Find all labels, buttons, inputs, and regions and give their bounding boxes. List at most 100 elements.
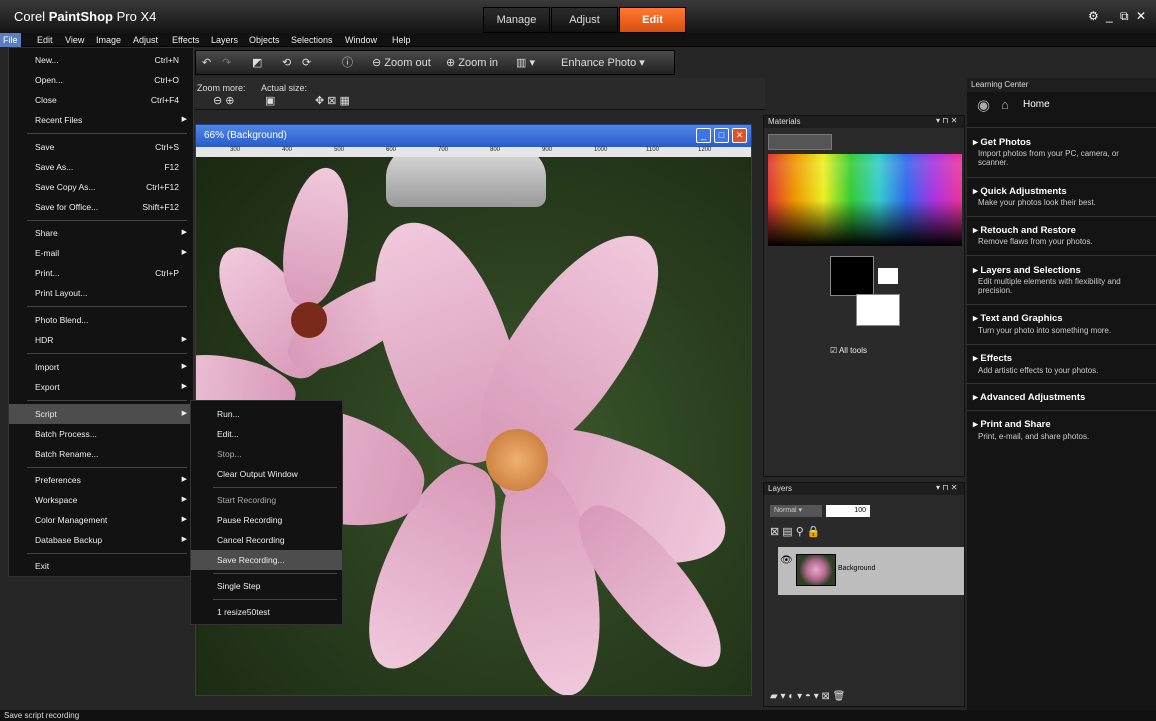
eye-icon[interactable]: 👁 <box>780 555 793 566</box>
menu-item-save[interactable]: Save Ctrl+S <box>9 137 193 157</box>
tab-edit[interactable]: Edit <box>619 7 686 33</box>
lc-get-photos[interactable]: ▸ Get Photos <box>973 137 1031 148</box>
divider <box>967 127 1156 128</box>
menu-item-script[interactable]: Script ▶ <box>9 404 193 424</box>
all-tools-checkbox[interactable]: ☑ All tools <box>830 346 867 355</box>
menu-image[interactable]: Image <box>93 33 124 47</box>
lc-effects[interactable]: ▸ Effects <box>973 353 1012 364</box>
script-start-recording[interactable]: Start Recording <box>191 490 342 510</box>
menu-item-save-for-office[interactable]: Save for Office... Shift+F12 <box>9 197 193 217</box>
panel-controls-icon[interactable]: ▾ ⊓ ✕ <box>936 483 957 492</box>
menu-help[interactable]: Help <box>389 33 414 47</box>
submenu-arrow-icon: ▶ <box>181 249 187 256</box>
foreground-swatch[interactable] <box>830 256 874 296</box>
script-run[interactable]: Run... <box>191 404 342 424</box>
menu-item-new[interactable]: New... Ctrl+N <box>9 50 193 70</box>
script-pause-recording[interactable]: Pause Recording <box>191 510 342 530</box>
menu-selections[interactable]: Selections <box>288 33 336 47</box>
close-button[interactable]: ✕ <box>732 128 747 143</box>
layout-icon[interactable]: ▥ ▾ <box>516 54 535 72</box>
menu-item-print[interactable]: Print... Ctrl+P <box>9 263 193 283</box>
menu-item-close[interactable]: Close Ctrl+F4 <box>9 90 193 110</box>
info-icon[interactable]: ⓘ <box>342 54 353 72</box>
menu-item-workspace[interactable]: Workspace ▶ <box>9 490 193 510</box>
menu-item-save-as[interactable]: Save As... F12 <box>9 157 193 177</box>
script-cancel-recording[interactable]: Cancel Recording <box>191 530 342 550</box>
color-spectrum[interactable] <box>768 154 962 246</box>
lc-quick-adjustments[interactable]: ▸ Quick Adjustments <box>973 186 1067 197</box>
blend-mode-select[interactable]: Normal ▾ <box>770 505 822 517</box>
crop-icon[interactable]: ◩ <box>252 54 262 72</box>
fit-icons[interactable]: ✥ ⊠ ▦ <box>315 92 350 110</box>
materials-tabs[interactable] <box>768 134 832 150</box>
script-save-recording[interactable]: Save Recording... <box>191 550 342 570</box>
menu-item-print-layout[interactable]: Print Layout... <box>9 283 193 303</box>
menu-item-label: Import <box>35 362 60 372</box>
rotate-left-icon[interactable]: ⟲ <box>282 54 291 72</box>
layer-tools-icons[interactable]: ⊠ ▤ ⚲ 🔒 <box>770 525 821 538</box>
ruler-tick: 1100 <box>646 147 659 153</box>
script-stop[interactable]: Stop... <box>191 444 342 464</box>
lc-layers-selections[interactable]: ▸ Layers and Selections <box>973 265 1081 276</box>
rotate-right-icon[interactable]: ⟳ <box>302 54 311 72</box>
script-recent-resize50test[interactable]: 1 resize50test <box>191 602 342 622</box>
menu-item-label: Print Layout... <box>35 288 88 298</box>
menu-item-database-backup[interactable]: Database Backup ▶ <box>9 530 193 550</box>
script-edit[interactable]: Edit... <box>191 424 342 444</box>
home-icon[interactable]: ⌂ <box>1001 97 1009 112</box>
menu-item-share[interactable]: Share ▶ <box>9 223 193 243</box>
minimize-button[interactable]: _ <box>696 128 711 143</box>
zoom-in-button[interactable]: ⊕ Zoom in <box>446 54 498 72</box>
menu-item-save-copy-as[interactable]: Save Copy As... Ctrl+F12 <box>9 177 193 197</box>
lc-retouch-restore[interactable]: ▸ Retouch and Restore <box>973 225 1076 236</box>
redo-icon[interactable]: ↷ <box>222 54 231 72</box>
menu-file[interactable]: File <box>0 33 21 47</box>
script-single-step[interactable]: Single Step <box>191 576 342 596</box>
file-menu: New... Ctrl+N Open... Ctrl+O Close Ctrl+F4 … <box>8 47 194 577</box>
menu-item-preferences[interactable]: Preferences ▶ <box>9 470 193 490</box>
panel-controls-icon[interactable]: ▾ ⊓ ✕ <box>936 116 957 125</box>
menu-separator <box>27 400 187 401</box>
menu-item-color-management[interactable]: Color Management ▶ <box>9 510 193 530</box>
lc-text-graphics[interactable]: ▸ Text and Graphics <box>973 313 1063 324</box>
menu-item-recent-files[interactable]: Recent Files ▶ <box>9 110 193 130</box>
menu-item-batch-rename[interactable]: Batch Rename... <box>9 444 193 464</box>
opacity-field[interactable]: 100 <box>826 505 870 517</box>
menu-separator <box>213 599 337 600</box>
maximize-button[interactable]: □ <box>714 128 729 143</box>
submenu-arrow-icon: ▶ <box>181 516 187 523</box>
script-clear-output[interactable]: Clear Output Window <box>191 464 342 484</box>
tab-manage[interactable]: Manage <box>483 7 550 33</box>
menu-effects[interactable]: Effects <box>169 33 202 47</box>
zoom-out-button[interactable]: ⊖ Zoom out <box>372 54 431 72</box>
window-controls[interactable]: ⚙ _ ⧉ ✕ <box>1088 9 1148 24</box>
background-swatch[interactable] <box>856 294 900 326</box>
brand-corel: Corel <box>14 9 46 24</box>
menu-item-batch-process[interactable]: Batch Process... <box>9 424 193 444</box>
lc-print-share[interactable]: ▸ Print and Share <box>973 419 1051 430</box>
menu-item-hdr[interactable]: HDR ▶ <box>9 330 193 350</box>
menu-item-open[interactable]: Open... Ctrl+O <box>9 70 193 90</box>
tab-adjust[interactable]: Adjust <box>551 7 618 33</box>
menu-item-import[interactable]: Import ▶ <box>9 357 193 377</box>
lc-desc: Make your photos look their best. <box>978 198 1096 207</box>
layer-bottom-tools-icons[interactable]: ▰ ▾ ◐ ▾ ◓ ▾ ⊠ 🗑 <box>770 691 845 702</box>
menu-edit[interactable]: Edit <box>34 33 56 47</box>
lc-advanced-adjustments[interactable]: ▸ Advanced Adjustments <box>973 392 1085 403</box>
menu-item-photo-blend[interactable]: Photo Blend... <box>9 310 193 330</box>
enhance-photo-button[interactable]: Enhance Photo ▾ <box>561 54 645 72</box>
menu-item-export[interactable]: Export ▶ <box>9 377 193 397</box>
menu-item-exit[interactable]: Exit <box>9 556 193 576</box>
menu-window[interactable]: Window <box>342 33 380 47</box>
menu-objects[interactable]: Objects <box>246 33 283 47</box>
swap-colors-icon[interactable] <box>878 268 898 284</box>
menu-adjust[interactable]: Adjust <box>130 33 161 47</box>
menu-view[interactable]: View <box>62 33 87 47</box>
back-icon[interactable]: ◉ <box>977 96 990 114</box>
zoom-out-icon[interactable]: ⊖ ⊕ <box>213 92 235 110</box>
undo-icon[interactable]: ↶ <box>202 54 211 72</box>
layer-row-background[interactable]: 👁 Background <box>778 547 964 595</box>
menu-item-email[interactable]: E-mail ▶ <box>9 243 193 263</box>
menu-layers[interactable]: Layers <box>208 33 241 47</box>
actual-size-icon[interactable]: ▣ <box>265 92 275 110</box>
